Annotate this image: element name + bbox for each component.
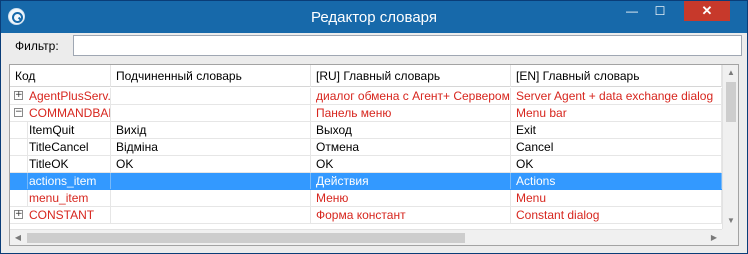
ru-main-dictionary-cell[interactable]: Отмена <box>311 139 511 155</box>
scrollbar-corner <box>722 229 738 245</box>
dictionary-editor-window: Редактор словаря — ☐ ✕ Фильтр: Код Подчи… <box>0 0 748 254</box>
code-cell[interactable]: ItemQuit <box>10 122 111 138</box>
sub-dictionary-cell[interactable] <box>111 173 311 189</box>
en-main-dictionary-cell[interactable]: Menu bar <box>511 105 722 121</box>
ru-main-dictionary-cell[interactable]: Панель меню <box>311 105 511 121</box>
table-row[interactable]: actions_item Действия Actions <box>10 173 722 190</box>
en-main-dictionary-cell[interactable]: Cancel <box>511 139 722 155</box>
sub-dictionary-cell[interactable] <box>111 88 311 104</box>
sub-dictionary-cell[interactable] <box>111 105 311 121</box>
table-row[interactable]: − COMMANDBAR Панель меню Menu bar <box>10 105 722 122</box>
column-header-sub-dictionary[interactable]: Подчиненный словарь <box>111 65 311 87</box>
table-row[interactable]: TitleOK OK OK OK <box>10 156 722 173</box>
table-row[interactable]: + CONSTANT Форма констант Constant dialog <box>10 207 722 224</box>
minimize-button[interactable]: — <box>618 1 646 21</box>
title-bar[interactable]: Редактор словаря — ☐ ✕ <box>1 1 747 33</box>
code-cell[interactable]: TitleOK <box>10 156 111 172</box>
en-main-dictionary-cell[interactable]: Actions <box>511 173 722 189</box>
horizontal-scrollbar[interactable]: ◀ ▶ <box>10 229 722 245</box>
sub-dictionary-cell[interactable]: Відміна <box>111 139 311 155</box>
ru-main-dictionary-cell[interactable]: Выход <box>311 122 511 138</box>
scroll-up-icon[interactable]: ▲ <box>723 65 738 81</box>
code-cell[interactable]: actions_item <box>10 173 111 189</box>
column-header-code[interactable]: Код <box>10 65 111 87</box>
dictionary-grid: Код Подчиненный словарь [RU] Главный сло… <box>9 64 739 246</box>
en-main-dictionary-cell[interactable]: Constant dialog <box>511 207 722 223</box>
filter-label: Фильтр: <box>15 39 59 53</box>
ru-main-dictionary-cell[interactable]: Меню <box>311 190 511 206</box>
code-cell[interactable]: COMMANDBAR <box>10 105 111 121</box>
ru-main-dictionary-cell[interactable]: Действия <box>311 173 511 189</box>
sub-dictionary-cell[interactable]: Вихід <box>111 122 311 138</box>
column-header-ru-main-dictionary[interactable]: [RU] Главный словарь <box>311 65 511 87</box>
maximize-button[interactable]: ☐ <box>646 1 674 21</box>
ru-main-dictionary-cell[interactable]: Форма констант <box>311 207 511 223</box>
table-row[interactable]: + AgentPlusServ... диалог обмена с Агент+ … <box>10 88 722 105</box>
en-main-dictionary-cell[interactable]: Menu <box>511 190 722 206</box>
sub-dictionary-cell[interactable] <box>111 190 311 206</box>
code-cell[interactable]: AgentPlusServ... <box>10 88 111 104</box>
sub-dictionary-cell[interactable] <box>111 207 311 223</box>
en-main-dictionary-cell[interactable]: Exit <box>511 122 722 138</box>
scroll-down-icon[interactable]: ▼ <box>723 213 738 229</box>
grid-header: Код Подчиненный словарь [RU] Главный сло… <box>10 65 722 87</box>
close-button[interactable]: ✕ <box>684 1 730 21</box>
en-main-dictionary-cell[interactable]: OK <box>511 156 722 172</box>
code-cell[interactable]: TitleCancel <box>10 139 111 155</box>
table-row[interactable]: TitleCancel Відміна Отмена Cancel <box>10 139 722 156</box>
vertical-scrollbar[interactable]: ▲ ▼ <box>722 65 738 229</box>
table-row[interactable]: ItemQuit Вихід Выход Exit <box>10 122 722 139</box>
scroll-left-icon[interactable]: ◀ <box>10 230 26 245</box>
code-cell[interactable]: CONSTANT <box>10 207 111 223</box>
column-header-en-main-dictionary[interactable]: [EN] Главный словарь <box>511 65 722 87</box>
ru-main-dictionary-cell[interactable]: диалог обмена с Агент+ Сервером <box>311 88 511 104</box>
filter-input[interactable] <box>73 35 742 56</box>
scroll-right-icon[interactable]: ▶ <box>706 230 722 245</box>
table-row[interactable]: menu_item Меню Menu <box>10 190 722 207</box>
sub-dictionary-cell[interactable]: OK <box>111 156 311 172</box>
ru-main-dictionary-cell[interactable]: OK <box>311 156 511 172</box>
vertical-scroll-thumb[interactable] <box>726 82 736 122</box>
en-main-dictionary-cell[interactable]: Server Agent + data exchange dialog <box>511 88 722 104</box>
horizontal-scroll-thumb[interactable] <box>27 233 465 243</box>
code-cell[interactable]: menu_item <box>10 190 111 206</box>
